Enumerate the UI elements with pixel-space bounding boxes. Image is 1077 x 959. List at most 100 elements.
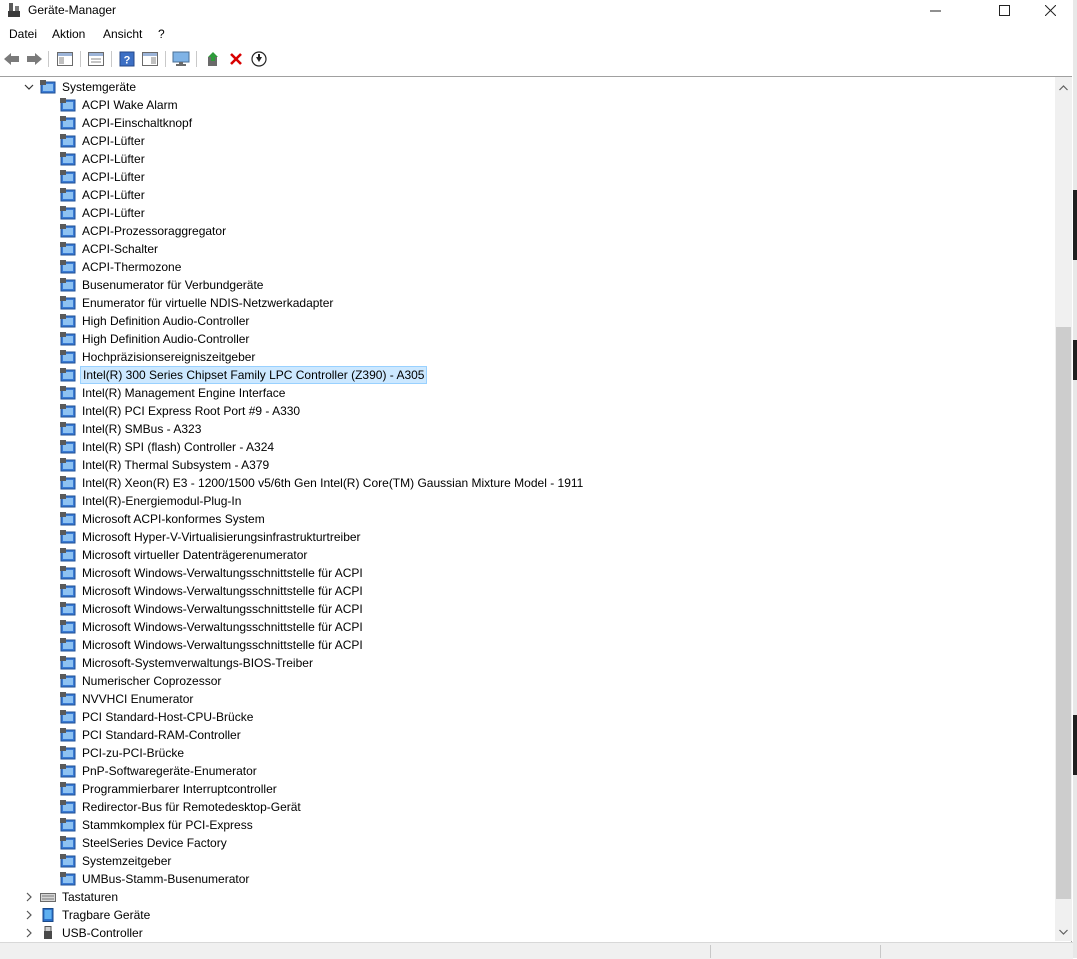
device-row[interactable]: Programmierbarer Interruptcontroller: [60, 780, 279, 798]
uninstall-device-button[interactable]: [226, 49, 246, 69]
expand-chevron-icon[interactable]: [22, 888, 36, 906]
device-row[interactable]: Microsoft Windows-Verwaltungsschnittstel…: [60, 582, 365, 600]
system-device-icon: [60, 98, 76, 112]
device-row[interactable]: Intel(R)-Energiemodul-Plug-In: [60, 492, 243, 510]
device-label: Enumerator für virtuelle NDIS-Netzwerkad…: [82, 296, 334, 310]
device-row[interactable]: Microsoft virtueller Datenträgerenumerat…: [60, 546, 309, 564]
expand-chevron-icon[interactable]: [22, 924, 36, 939]
device-row[interactable]: ACPI-Thermozone: [60, 258, 183, 276]
menu-bar: Datei Aktion Ansicht ?: [0, 24, 1077, 44]
category-label: Tastaturen: [62, 890, 119, 904]
system-device-icon: [60, 350, 76, 364]
console-tree-button[interactable]: [55, 49, 75, 69]
menu-help[interactable]: ?: [158, 27, 165, 41]
system-device-icon: [60, 224, 76, 238]
category-row[interactable]: Tragbare Geräte: [22, 906, 152, 924]
device-row[interactable]: ACPI-Lüfter: [60, 132, 147, 150]
category-row[interactable]: Tastaturen: [22, 888, 120, 906]
maximize-icon: [998, 4, 1010, 16]
device-row[interactable]: PCI-zu-PCI-Brücke: [60, 744, 186, 762]
device-row[interactable]: Intel(R) 300 Series Chipset Family LPC C…: [60, 366, 428, 384]
minimize-icon: [929, 10, 941, 11]
action-pane-button[interactable]: [140, 49, 160, 69]
device-label: Microsoft Windows-Verwaltungsschnittstel…: [82, 566, 363, 580]
menu-datei[interactable]: Datei: [9, 27, 37, 41]
device-row[interactable]: ACPI Wake Alarm: [60, 96, 180, 114]
device-row[interactable]: Microsoft Windows-Verwaltungsschnittstel…: [60, 618, 365, 636]
device-row[interactable]: Microsoft Windows-Verwaltungsschnittstel…: [60, 600, 365, 618]
device-row[interactable]: Microsoft Windows-Verwaltungsschnittstel…: [60, 564, 365, 582]
close-button[interactable]: [1027, 0, 1073, 20]
device-label: PnP-Softwaregeräte-Enumerator: [82, 764, 257, 778]
category-row[interactable]: USB-Controller: [22, 924, 145, 939]
collapse-chevron-icon[interactable]: [22, 78, 36, 96]
device-row[interactable]: Hochpräzisionsereigniszeitgeber: [60, 348, 257, 366]
system-device-icon: [60, 872, 76, 886]
device-row[interactable]: ACPI-Einschaltknopf: [60, 114, 194, 132]
device-row[interactable]: Stammkomplex für PCI-Express: [60, 816, 255, 834]
device-tree[interactable]: Systemgeräte ACPI Wake Alarm ACPI-Einscha…: [0, 77, 1055, 939]
device-label: Programmierbarer Interruptcontroller: [82, 782, 277, 796]
device-row[interactable]: Enumerator für virtuelle NDIS-Netzwerkad…: [60, 294, 335, 312]
system-device-icon: [60, 854, 76, 868]
scroll-up-button[interactable]: [1055, 79, 1072, 96]
device-row[interactable]: Intel(R) PCI Express Root Port #9 - A330: [60, 402, 302, 420]
scan-hardware-button[interactable]: [171, 49, 191, 69]
device-label: Intel(R) PCI Express Root Port #9 - A330: [82, 404, 301, 418]
maximize-button[interactable]: [981, 0, 1027, 20]
device-row[interactable]: PCI Standard-Host-CPU-Brücke: [60, 708, 255, 726]
forward-button[interactable]: [24, 49, 44, 69]
system-device-icon: [60, 332, 76, 346]
device-row[interactable]: Intel(R) Management Engine Interface: [60, 384, 287, 402]
device-row[interactable]: ACPI-Schalter: [60, 240, 160, 258]
device-row[interactable]: Numerischer Coprozessor: [60, 672, 223, 690]
device-row[interactable]: High Definition Audio-Controller: [60, 330, 251, 348]
update-driver-button[interactable]: [203, 49, 223, 69]
device-row[interactable]: NVVHCI Enumerator: [60, 690, 195, 708]
device-row[interactable]: ACPI-Lüfter: [60, 150, 147, 168]
device-row[interactable]: ACPI-Prozessoraggregator: [60, 222, 228, 240]
device-row[interactable]: Microsoft Hyper-V-Virtualisierungsinfras…: [60, 528, 363, 546]
system-device-icon: [60, 836, 76, 850]
minimize-button[interactable]: [912, 0, 958, 20]
background-window-edge: [1073, 340, 1077, 380]
menu-ansicht[interactable]: Ansicht: [103, 27, 142, 41]
device-label: Microsoft Windows-Verwaltungsschnittstel…: [82, 620, 363, 634]
device-row[interactable]: PCI Standard-RAM-Controller: [60, 726, 243, 744]
device-row[interactable]: Intel(R) SMBus - A323: [60, 420, 203, 438]
scroll-down-button[interactable]: [1055, 923, 1072, 940]
device-row[interactable]: Intel(R) Thermal Subsystem - A379: [60, 456, 271, 474]
device-row[interactable]: PnP-Softwaregeräte-Enumerator: [60, 762, 259, 780]
device-label: Microsoft-Systemverwaltungs-BIOS-Treiber: [82, 656, 313, 670]
vertical-scrollbar[interactable]: [1055, 77, 1072, 941]
device-row[interactable]: Microsoft Windows-Verwaltungsschnittstel…: [60, 636, 365, 654]
category-systemgeraete[interactable]: Systemgeräte: [22, 78, 138, 96]
help-button[interactable]: ?: [117, 49, 137, 69]
system-device-icon: [60, 116, 76, 130]
device-row[interactable]: Intel(R) SPI (flash) Controller - A324: [60, 438, 276, 456]
keyboard-icon: [40, 893, 56, 902]
device-row[interactable]: ACPI-Lüfter: [60, 186, 147, 204]
device-row[interactable]: Busenumerator für Verbundgeräte: [60, 276, 265, 294]
expand-chevron-icon[interactable]: [22, 906, 36, 924]
device-row[interactable]: UMBus-Stamm-Busenumerator: [60, 870, 251, 888]
device-row[interactable]: ACPI-Lüfter: [60, 168, 147, 186]
enable-device-button[interactable]: [249, 49, 269, 69]
title-bar: Geräte-Manager: [0, 0, 1077, 22]
device-row[interactable]: ACPI-Lüfter: [60, 204, 147, 222]
device-row[interactable]: Microsoft ACPI-konformes System: [60, 510, 267, 528]
properties-button[interactable]: [86, 49, 106, 69]
device-row[interactable]: Systemzeitgeber: [60, 852, 173, 870]
device-row[interactable]: Microsoft-Systemverwaltungs-BIOS-Treiber: [60, 654, 315, 672]
device-row[interactable]: Intel(R) Xeon(R) E3 - 1200/1500 v5/6th G…: [60, 474, 585, 492]
scrollbar-thumb[interactable]: [1056, 327, 1071, 899]
device-label: Intel(R) SPI (flash) Controller - A324: [82, 440, 275, 454]
toolbar-separator: [111, 51, 112, 67]
device-row[interactable]: Redirector-Bus für Remotedesktop-Gerät: [60, 798, 303, 816]
device-label: Intel(R)-Energiemodul-Plug-In: [82, 494, 242, 508]
menu-aktion[interactable]: Aktion: [52, 27, 85, 41]
device-row[interactable]: High Definition Audio-Controller: [60, 312, 251, 330]
system-device-icon: [60, 386, 76, 400]
device-row[interactable]: SteelSeries Device Factory: [60, 834, 229, 852]
back-button[interactable]: [2, 49, 22, 69]
